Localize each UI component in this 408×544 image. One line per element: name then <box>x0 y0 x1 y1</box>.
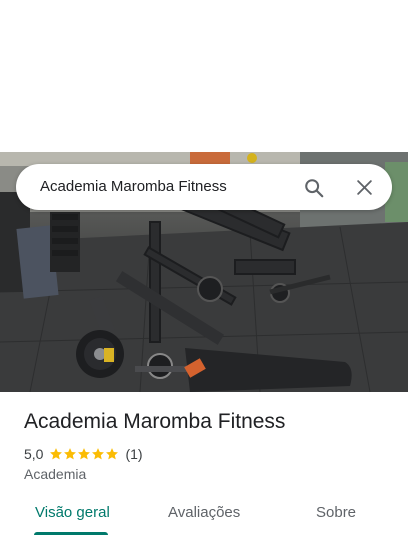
place-tabs: Visão geral Avaliações Sobre <box>0 492 408 536</box>
search-icon[interactable] <box>303 177 325 199</box>
rating-value: 5,0 <box>24 446 44 462</box>
star-icon <box>78 448 91 460</box>
place-name: Academia Maromba Fitness <box>24 410 286 433</box>
star-icon <box>106 448 119 460</box>
tab-about[interactable]: Sobre <box>316 504 356 521</box>
place-category[interactable]: Academia <box>24 466 86 482</box>
star-icon <box>64 448 77 460</box>
search-input[interactable]: Academia Maromba Fitness <box>40 178 227 195</box>
place-info-panel: Academia Maromba Fitness 5,0 (1) Academi… <box>0 392 408 544</box>
active-tab-indicator <box>34 532 108 535</box>
tab-overview[interactable]: Visão geral <box>35 504 110 521</box>
rating-row[interactable]: 5,0 (1) <box>24 445 143 463</box>
search-bar[interactable]: Academia Maromba Fitness <box>16 164 392 210</box>
review-count[interactable]: (1) <box>125 446 142 462</box>
close-icon[interactable] <box>356 179 373 196</box>
star-rating <box>49 447 119 461</box>
tab-reviews[interactable]: Avaliações <box>168 504 240 521</box>
star-icon <box>50 448 63 460</box>
star-icon <box>92 448 105 460</box>
